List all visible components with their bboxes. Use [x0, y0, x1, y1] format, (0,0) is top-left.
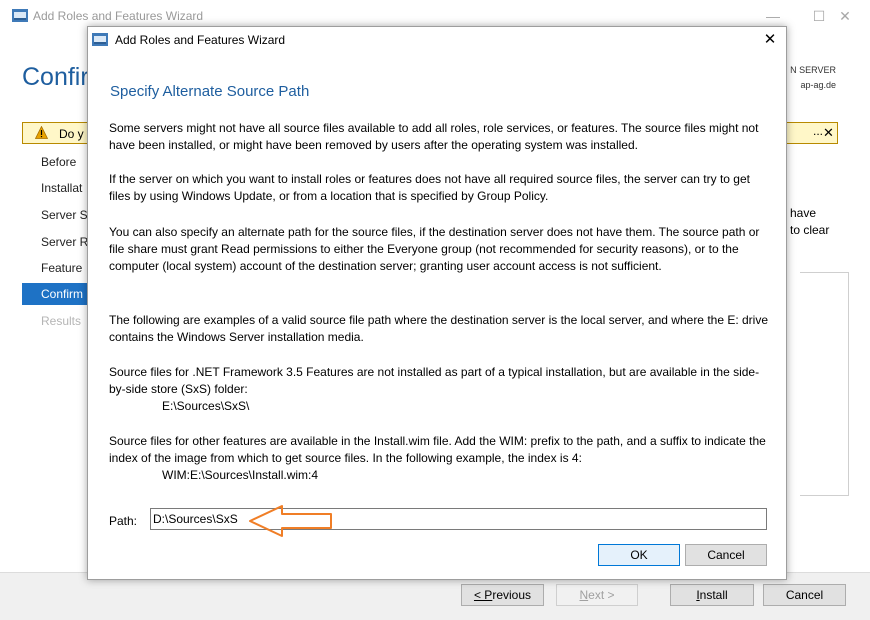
dialog-close-button[interactable]: ✕ [760, 30, 780, 48]
destination-server-line2: ap-ag.de [800, 80, 836, 90]
background-description-line2: to clear [790, 223, 830, 237]
close-window-button[interactable]: ✕ [822, 4, 868, 28]
warning-ellipsis: ... [813, 124, 824, 138]
paragraph-install-wim: Source files for other features are avai… [109, 433, 769, 484]
install-wim-text: Source files for other features are avai… [109, 434, 766, 465]
background-window-title: Add Roles and Features Wizard [33, 9, 204, 23]
warning-text: Do y [59, 127, 84, 141]
net-framework-text: Source files for .NET Framework 3.5 Feat… [109, 365, 760, 396]
path-label: Path: [109, 514, 138, 528]
background-cancel-button[interactable]: Cancel [763, 584, 846, 606]
server-manager-icon [12, 9, 28, 22]
background-description-text: have to clear [790, 205, 829, 239]
dialog-cancel-button[interactable]: Cancel [685, 544, 767, 566]
warning-close-icon[interactable]: ✕ [823, 125, 834, 141]
destination-server-line1: N SERVER [790, 65, 836, 75]
alternate-source-path-dialog: Add Roles and Features Wizard ✕ Specify … [87, 26, 787, 580]
page-title: Confir [22, 63, 89, 91]
background-description-line1: have [790, 206, 817, 220]
server-manager-icon [92, 33, 108, 46]
sxs-example-path: E:\Sources\SxS\ [162, 399, 250, 413]
next-button: Next > [556, 584, 638, 606]
destination-server-info: N SERVER ap-ag.de [790, 63, 836, 93]
paragraph-net-framework-sxs: Source files for .NET Framework 3.5 Feat… [109, 364, 769, 415]
dialog-title: Add Roles and Features Wizard [115, 33, 286, 47]
warning-icon [35, 126, 48, 139]
ok-button[interactable]: OK [598, 544, 680, 566]
dialog-heading: Specify Alternate Source Path [110, 83, 310, 100]
previous-button[interactable]: < Previous [461, 584, 544, 606]
paragraph-alternate-path-permissions: You can also specify an alternate path f… [109, 225, 760, 273]
background-features-list [800, 272, 849, 496]
install-button[interactable]: Install [670, 584, 754, 606]
paragraph-valid-path-examples: The following are examples of a valid so… [109, 313, 769, 344]
orange-arrow-annotation [249, 505, 332, 537]
wim-example-path: WIM:E:\Sources\Install.wim:4 [162, 468, 319, 482]
minimize-button[interactable]: — [750, 4, 796, 28]
path-input[interactable] [150, 508, 767, 530]
paragraph-windows-update: If the server on which you want to insta… [109, 172, 750, 203]
dialog-title-bar: Add Roles and Features Wizard ✕ [88, 27, 786, 53]
paragraph-missing-source-files: Some servers might not have all source f… [109, 121, 759, 152]
